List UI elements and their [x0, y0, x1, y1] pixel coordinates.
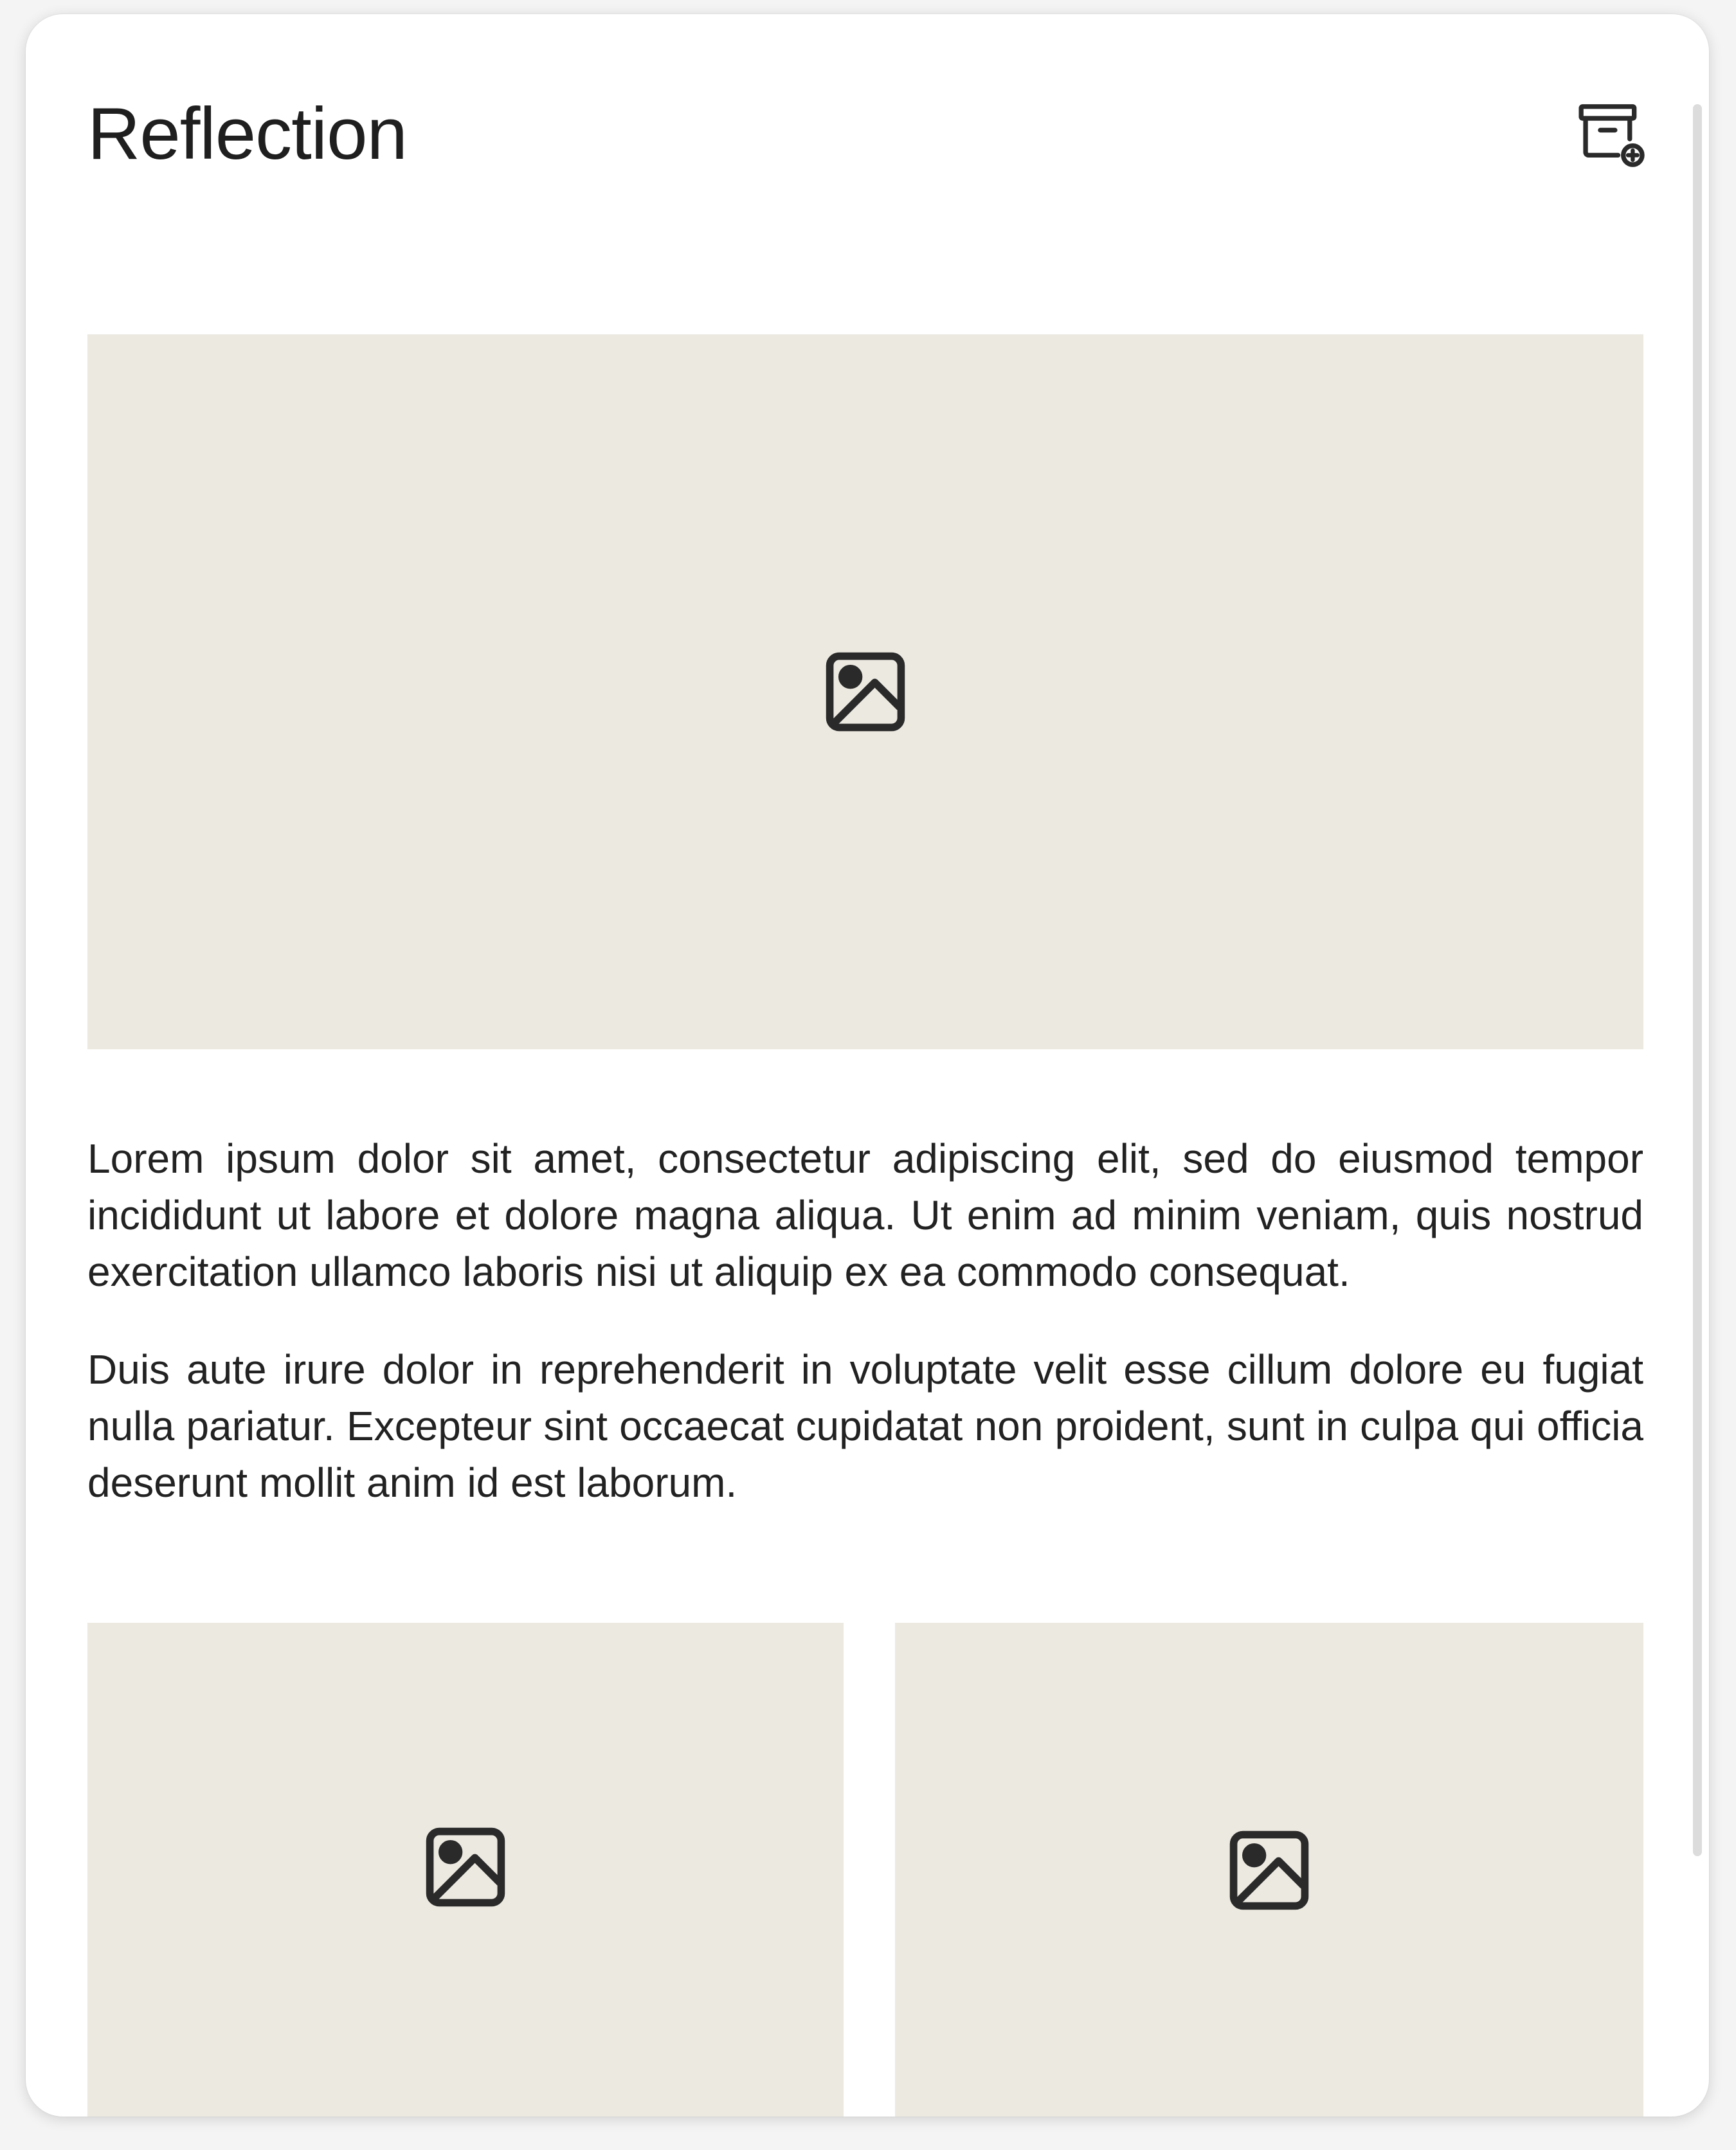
- body-paragraph-2: Duis aute irure dolor in reprehenderit i…: [87, 1346, 1643, 1506]
- body-paragraph-1: Lorem ipsum dolor sit amet, consectetur …: [87, 1135, 1643, 1295]
- gallery-image-placeholder-1: [87, 1623, 844, 2117]
- reflection-card: Reflection Lorem ipsum dolor sit amet, c…: [26, 14, 1709, 2117]
- hero-image-placeholder: [87, 334, 1643, 1049]
- page-title: Reflection: [87, 93, 408, 175]
- screen: Reflection Lorem ipsum dolor sit amet, c…: [0, 0, 1736, 2150]
- vertical-scrollbar[interactable]: [1693, 104, 1702, 1856]
- gallery-image-placeholder-2: [895, 1623, 1643, 2117]
- image-placeholder-icon: [1229, 1830, 1309, 1910]
- image-placeholder-icon: [826, 652, 905, 732]
- archive-add-icon: [1578, 104, 1645, 167]
- archive-add-button[interactable]: [1569, 85, 1652, 181]
- image-placeholder-icon: [426, 1827, 505, 1907]
